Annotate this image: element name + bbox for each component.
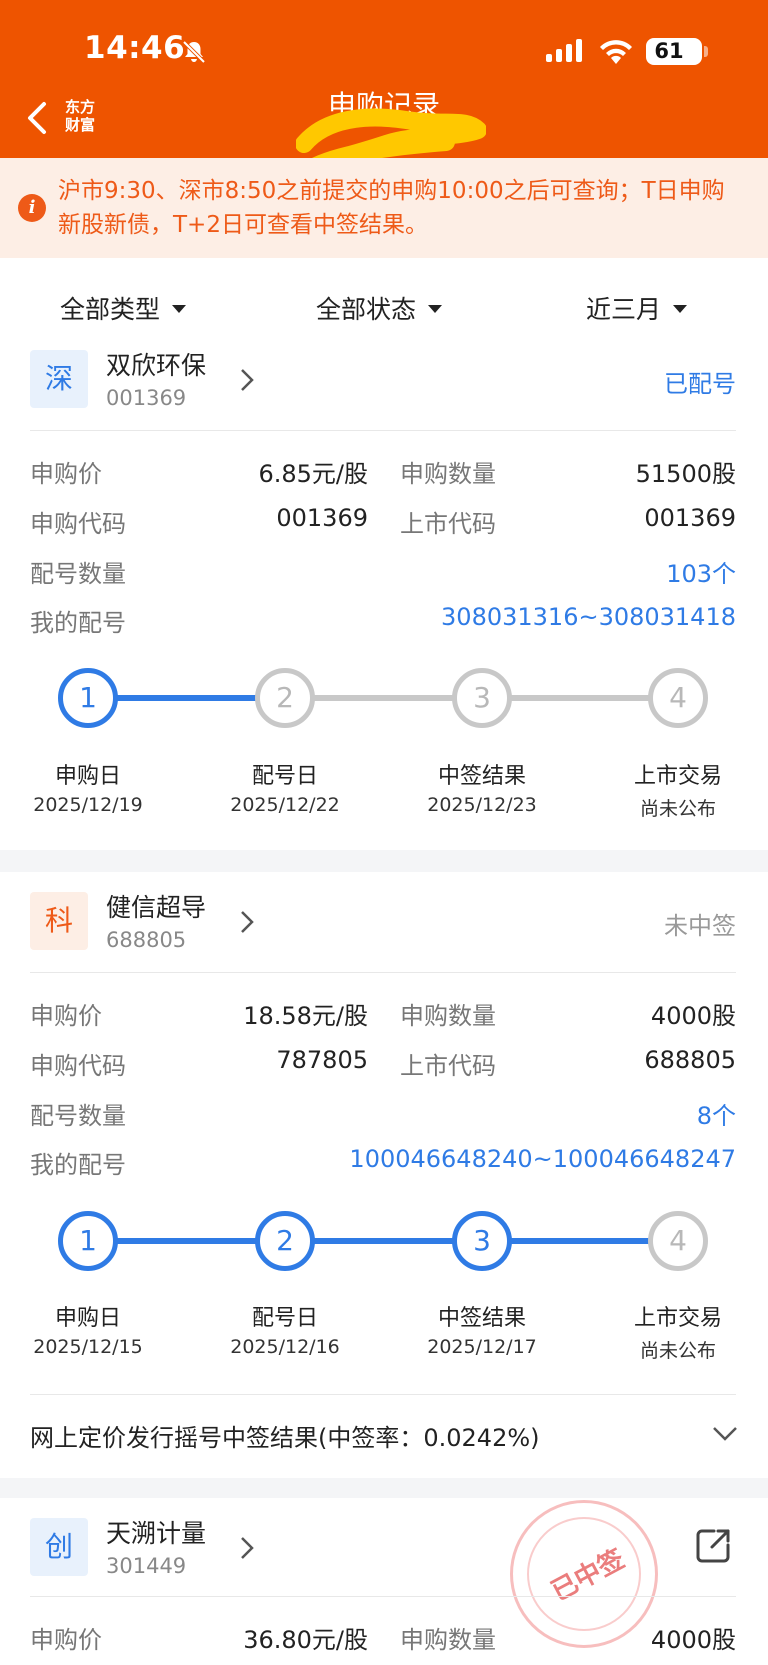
quantity-label: 申购数量 [400,1002,496,1030]
step-date: 2025/12/22 [230,794,340,816]
step-label: 配号日 [251,764,318,789]
list-code-value: 001369 [644,504,736,532]
price-value: 6.85元/股 [258,460,368,488]
my-alloc-value: 100046648240~100046648247 [349,1145,736,1173]
divider [30,1394,736,1395]
step-label: 配号日 [251,1306,318,1331]
step-date: 2025/12/16 [230,1336,340,1358]
battery-indicator: 61 [646,38,708,65]
status-badge: 未中签 [664,912,736,940]
list-code-label: 上市代码 [400,510,496,538]
stock-code: 301449 [106,1554,187,1578]
lottery-result-row[interactable]: 网上定价发行摇号中签结果(中签率：0.0242%) [30,1418,540,1453]
divider [30,972,736,973]
price-label: 申购价 [30,1002,102,1030]
filter-period-label: 近三月 [586,295,662,324]
market-badge: 创 [30,1518,88,1576]
quantity-value: 51500股 [635,460,736,488]
filter-type-label: 全部类型 [60,295,161,324]
chevron-right-icon[interactable] [240,1536,254,1560]
sub-code-value: 001369 [276,504,368,532]
market-badge: 科 [30,892,88,950]
price-value: 18.58元/股 [243,1002,368,1030]
filter-status-label: 全部状态 [316,295,417,324]
stock-name[interactable]: 双欣环保 [106,346,206,382]
divider [30,1596,736,1597]
step-circle: 1 [58,668,118,728]
stock-name[interactable]: 天溯计量 [106,1514,206,1550]
my-alloc-label: 我的配号 [30,1151,126,1179]
step-date: 尚未公布 [639,1340,716,1362]
signal-icon [546,39,582,62]
quantity-label: 申购数量 [400,460,496,488]
alloc-count-label: 配号数量 [30,560,126,588]
alloc-count-value: 103个 [666,560,736,588]
step-circle: 4 [648,668,708,728]
step-circle: 2 [255,668,315,728]
step-circle: 2 [255,1211,315,1271]
step-label: 申购日 [54,1306,121,1331]
winning-stamp: 已中签 [510,1500,658,1648]
share-icon[interactable] [694,1527,732,1565]
chevron-right-icon[interactable] [240,910,254,934]
step-label: 上市交易 [633,764,722,789]
filter-period[interactable]: 近三月 [586,290,688,326]
my-alloc-value: 308031316~308031418 [441,603,736,631]
step-circle: 4 [648,1211,708,1271]
step-date: 2025/12/23 [427,794,537,816]
alloc-count-value: 8个 [696,1102,736,1130]
sub-code-value: 787805 [276,1046,368,1074]
stock-code: 001369 [106,386,187,410]
quantity-label: 申购数量 [400,1626,496,1654]
price-value: 36.80元/股 [243,1626,368,1654]
chevron-down-icon[interactable] [712,1426,738,1442]
divider [30,430,736,431]
step-label: 中签结果 [437,764,526,789]
bell-muted-icon [182,40,206,64]
status-badge: 已配号 [664,370,736,398]
step-label: 中签结果 [437,1306,526,1331]
chevron-right-icon[interactable] [240,368,254,392]
step-circle: 3 [452,668,512,728]
step-circle: 1 [58,1211,118,1271]
caret-down-icon [172,305,187,313]
step-date: 2025/12/15 [33,1336,143,1358]
quantity-value: 4000股 [650,1002,736,1030]
step-label: 上市交易 [633,1306,722,1331]
wifi-icon [600,40,632,64]
step-date: 尚未公布 [639,798,716,820]
caret-down-icon [428,305,443,313]
step-label: 申购日 [54,764,121,789]
step-date: 2025/12/19 [33,794,143,816]
notice-text: 沪市9:30、深市8:50之前提交的申购10:00之后可查询；T日申购新股新债，… [58,178,725,238]
caret-down-icon [673,305,688,313]
price-label: 申购价 [30,1626,102,1654]
stock-name[interactable]: 健信超导 [106,888,206,924]
filter-status[interactable]: 全部状态 [316,290,443,326]
sub-code-label: 申购代码 [30,1052,126,1080]
market-badge: 深 [30,350,88,408]
list-code-value: 688805 [644,1046,736,1074]
stock-code: 688805 [106,928,187,952]
alloc-count-label: 配号数量 [30,1102,126,1130]
sub-code-label: 申购代码 [30,510,126,538]
status-time: 14:46 [84,30,186,66]
price-label: 申购价 [30,460,102,488]
step-circle: 3 [452,1211,512,1271]
quantity-value: 4000股 [650,1626,736,1654]
list-code-label: 上市代码 [400,1052,496,1080]
step-date: 2025/12/17 [427,1336,537,1358]
my-alloc-label: 我的配号 [30,609,126,637]
info-icon: i [18,194,46,222]
filter-type[interactable]: 全部类型 [60,290,187,326]
